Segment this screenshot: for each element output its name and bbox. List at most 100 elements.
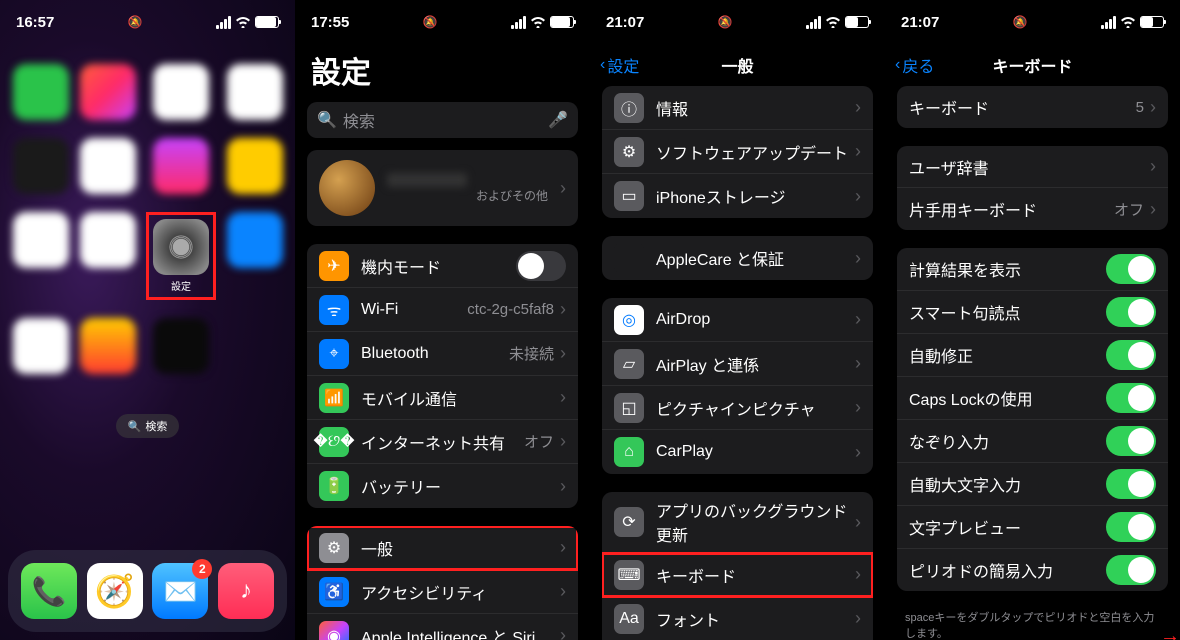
chevron-icon: › (855, 141, 861, 162)
app-icon[interactable] (227, 138, 283, 194)
chevron-icon: › (855, 564, 861, 585)
bg-refresh-row[interactable]: ⟳アプリのバックグラウンド更新› (602, 492, 873, 553)
chevron-icon: › (855, 248, 861, 269)
app-icon[interactable] (13, 138, 69, 194)
mic-icon[interactable]: 🎤 (548, 110, 568, 130)
nav-bar: ‹設定 一般 (590, 44, 885, 86)
period-row[interactable]: ピリオドの簡易入力 (897, 549, 1168, 591)
back-button[interactable]: ‹設定 (600, 53, 639, 77)
bluetooth-row[interactable]: ⌖ Bluetooth 未接続 › (307, 332, 578, 376)
spotlight-search[interactable]: 🔍 検索 (116, 414, 180, 438)
settings-app-highlight: 設定 (146, 212, 216, 300)
swipe-toggle[interactable] (1106, 426, 1156, 456)
siri-row[interactable]: ◉ Apple Intelligence と Siri › (307, 614, 578, 640)
pip-row[interactable]: ◱ピクチャインピクチャ› (602, 386, 873, 430)
capslock-row[interactable]: Caps Lockの使用 (897, 377, 1168, 420)
app-icon[interactable] (80, 318, 136, 374)
chevron-icon: › (1150, 199, 1156, 220)
app-icon[interactable] (13, 64, 69, 120)
smartpunct-toggle[interactable] (1106, 297, 1156, 327)
airdrop-row[interactable]: ◎AirDrop› (602, 298, 873, 342)
cellular-row[interactable]: 📶 モバイル通信 › (307, 376, 578, 420)
period-toggle[interactable] (1106, 555, 1156, 585)
back-button[interactable]: ‹戻る (895, 53, 934, 77)
applecare-row[interactable]: AppleCare と保証› (602, 236, 873, 280)
wifi-icon (235, 16, 251, 28)
user-dict-row[interactable]: ユーザ辞書› (897, 146, 1168, 188)
airplane-toggle[interactable] (516, 251, 566, 281)
capslock-toggle[interactable] (1106, 383, 1156, 413)
accessibility-row[interactable]: ♿ アクセシビリティ › (307, 570, 578, 614)
gear-icon: ⚙ (614, 137, 644, 167)
settings-keyboard: 21:07 🔕 ‹戻る キーボード キーボード5› ユーザ辞書› 片手用キーボー… (885, 0, 1180, 640)
settings-root: 17:55 🔕 設定 🔍 検索 🎤 およびその他 › (295, 0, 590, 640)
about-row[interactable]: ⓘ情報› (602, 86, 873, 130)
mail-badge: 2 (192, 559, 212, 579)
app-icon[interactable] (80, 212, 136, 268)
chevron-icon: › (855, 397, 861, 418)
status-bar: 17:55 🔕 (295, 0, 590, 44)
airplay-icon: ▱ (614, 349, 644, 379)
battery-icon (255, 16, 279, 28)
storage-row[interactable]: ▭iPhoneストレージ› (602, 174, 873, 218)
dock: 📞 🧭 ✉️ 2 ♪ (8, 550, 287, 632)
autocorrect-toggle[interactable] (1106, 340, 1156, 370)
battery-row[interactable]: 🔋 バッテリー › (307, 464, 578, 508)
app-icon[interactable] (227, 212, 283, 268)
airplay-row[interactable]: ▱AirPlay と連係› (602, 342, 873, 386)
chevron-icon: › (855, 608, 861, 629)
software-update-row[interactable]: ⚙ソフトウェアアップデート› (602, 130, 873, 174)
battery-icon (845, 16, 869, 28)
chevron-icon: › (855, 186, 861, 207)
keyboard-row[interactable]: ⌨キーボード› (602, 553, 873, 597)
airplane-mode-row[interactable]: ✈ 機内モード (307, 244, 578, 288)
smartpunct-row[interactable]: スマート句読点 (897, 291, 1168, 334)
app-icon[interactable] (80, 64, 136, 120)
app-icon[interactable] (13, 318, 69, 374)
music-app-icon[interactable]: ♪ (218, 563, 274, 619)
wifi-icon (1120, 16, 1136, 28)
swipe-row[interactable]: なぞり入力 (897, 420, 1168, 463)
settings-app-icon[interactable] (153, 219, 209, 275)
status-bar: 21:07 🔕 (885, 0, 1180, 44)
safari-app-icon[interactable]: 🧭 (87, 563, 143, 619)
search-input[interactable]: 🔍 検索 🎤 (307, 102, 578, 138)
keyboards-row[interactable]: キーボード5› (897, 86, 1168, 128)
apple-id-row[interactable]: およびその他 › (307, 150, 578, 226)
app-icon[interactable] (80, 138, 136, 194)
wifi-row[interactable]: ᯤ Wi-Fi ctc-2g-c5faf8 › (307, 288, 578, 332)
autocaps-toggle[interactable] (1106, 469, 1156, 499)
preview-toggle[interactable] (1106, 512, 1156, 542)
onehand-row[interactable]: 片手用キーボードオフ› (897, 188, 1168, 230)
mail-app-icon[interactable]: ✉️ 2 (152, 563, 208, 619)
autocorrect-row[interactable]: 自動修正 (897, 334, 1168, 377)
autocaps-row[interactable]: 自動大文字入力 (897, 463, 1168, 506)
calc-toggle[interactable] (1106, 254, 1156, 284)
settings-general: 21:07 🔕 ‹設定 一般 ⓘ情報› ⚙ソフトウェアアップデート› ▭iPho… (590, 0, 885, 640)
status-bar: 21:07 🔕 (590, 0, 885, 44)
app-icon[interactable] (13, 212, 69, 268)
profile-name-redacted (387, 173, 467, 187)
app-icon[interactable] (153, 138, 209, 194)
refresh-icon: ⟳ (614, 507, 644, 537)
font-row[interactable]: Aaフォント› (602, 597, 873, 640)
app-icon[interactable] (153, 64, 209, 120)
chevron-icon: › (560, 537, 566, 558)
airplane-icon: ✈ (319, 251, 349, 281)
info-icon: ⓘ (614, 93, 644, 123)
app-icon[interactable] (153, 318, 209, 374)
arrow-right-icon: → (1160, 625, 1180, 640)
phone-app-icon[interactable]: 📞 (21, 563, 77, 619)
battery-icon (550, 16, 574, 28)
calc-row[interactable]: 計算結果を表示 (897, 248, 1168, 291)
preview-row[interactable]: 文字プレビュー (897, 506, 1168, 549)
clock: 17:55 (311, 14, 349, 31)
nav-title: キーボード (992, 53, 1072, 77)
hotspot-row[interactable]: �છ� インターネット共有 オフ › (307, 420, 578, 464)
chevron-icon: › (560, 625, 566, 640)
carplay-row[interactable]: ⌂CarPlay› (602, 430, 873, 474)
home-content: 設定 🔍 検索 (0, 44, 295, 468)
app-icon[interactable] (227, 64, 283, 120)
general-row[interactable]: ⚙ 一般 › (307, 526, 578, 570)
page-title: 設定 (295, 44, 590, 102)
